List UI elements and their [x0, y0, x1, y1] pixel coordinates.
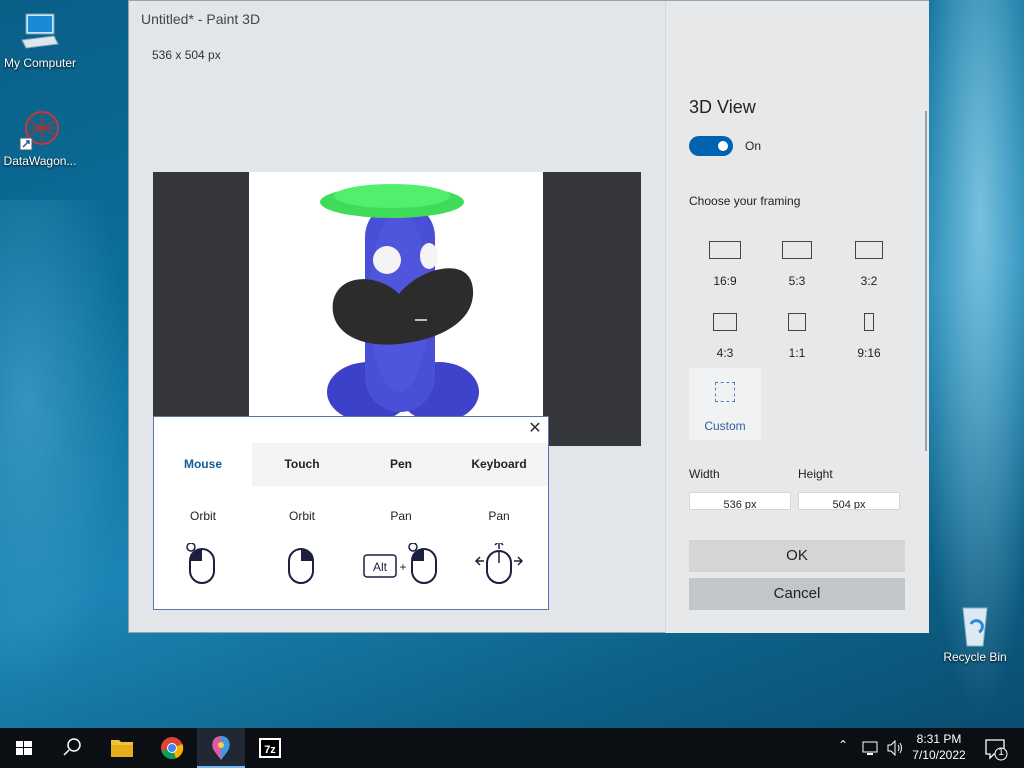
canvas-area[interactable] [153, 172, 641, 446]
action-label: Pan [390, 509, 412, 523]
start-icon [16, 741, 32, 755]
3d-view-panel: 3D View On Choose your framing 16:9 5:3 … [665, 1, 929, 633]
taskbar: 7z ⌃ 8:31 PM 7/10/2022 1 [0, 728, 1024, 768]
aspect-9-16-icon [864, 313, 874, 331]
framing-option-label: Custom [704, 419, 746, 433]
tab-pen[interactable]: Pen [352, 443, 450, 486]
3d-view-toggle[interactable] [689, 136, 733, 156]
tab-keyboard[interactable]: Keyboard [450, 443, 548, 486]
ok-button[interactable]: OK [689, 540, 905, 572]
custom-frame-icon [715, 382, 735, 402]
7zip-icon: 7z [259, 738, 281, 758]
file-explorer-icon [111, 740, 133, 757]
search-icon [63, 738, 81, 756]
aspect-5-3-icon [782, 241, 812, 259]
width-label: Width [689, 467, 720, 481]
aspect-16-9-icon [709, 241, 741, 259]
3d-character-model[interactable] [249, 172, 543, 446]
canvas-3d-view[interactable] [249, 172, 543, 446]
paint-3d-window: Untitled* - Paint 3D — ☐ ✕ 536 x 504 px … [128, 0, 929, 633]
height-input[interactable]: 504 px [798, 492, 900, 510]
mouse-left-click-icon [154, 542, 252, 587]
clock[interactable]: 8:31 PM 7/10/2022 [906, 732, 972, 766]
svg-text:7z: 7z [264, 744, 276, 756]
search-button[interactable] [48, 728, 96, 768]
framing-option-9-16[interactable]: 9:16 [833, 301, 905, 373]
molecule-shortcut-icon [18, 108, 62, 152]
framing-heading: Choose your framing [689, 194, 801, 208]
framing-option-3-2[interactable]: 3:2 [833, 229, 905, 301]
desktop-icon-recycle-bin[interactable]: Recycle Bin [935, 604, 1015, 664]
aspect-4-3-icon [713, 313, 737, 331]
framing-option-label: 16:9 [713, 274, 737, 288]
taskbar-file-explorer[interactable] [98, 728, 146, 768]
chrome-icon [161, 737, 184, 760]
action-label: Pan [488, 509, 510, 523]
volume-icon[interactable] [886, 739, 904, 757]
action-center-button[interactable]: 1 [978, 728, 1018, 768]
action-label: Orbit [288, 509, 315, 523]
computer-icon [18, 10, 62, 54]
recycle-bin-icon [953, 604, 997, 648]
network-icon[interactable] [862, 740, 880, 756]
panel-title: 3D View [689, 97, 756, 117]
desktop-wallpaper-highlight-left [0, 200, 130, 700]
window-title: Untitled* - Paint 3D [141, 11, 261, 27]
taskbar-7zip[interactable]: 7z [246, 728, 294, 768]
framing-option-label: 4:3 [716, 346, 734, 360]
alt-plus-mouse-click-icon: Alt + [352, 542, 450, 587]
framing-option-16-9[interactable]: 16:9 [689, 229, 761, 301]
clock-date: 7/10/2022 [912, 748, 966, 762]
framing-option-label: 5:3 [788, 274, 806, 288]
framing-option-1-1[interactable]: 1:1 [761, 301, 833, 373]
desktop-icon-datawagon[interactable]: DataWagon... [0, 108, 80, 168]
framing-option-4-3[interactable]: 4:3 [689, 301, 761, 373]
taskbar-chrome[interactable] [148, 728, 196, 768]
framing-option-label: 3:2 [860, 274, 878, 288]
mouse-right-click-icon [253, 543, 351, 587]
aspect-3-2-icon [855, 241, 883, 259]
toggle-knob [718, 141, 728, 151]
notification-count: 1 [998, 747, 1004, 758]
cancel-button[interactable]: Cancel [689, 578, 905, 610]
alt-key-label: Alt [373, 560, 388, 574]
framing-option-5-3[interactable]: 5:3 [761, 229, 833, 301]
framing-option-label: 1:1 [788, 346, 806, 360]
action-label: Orbit [189, 509, 216, 523]
taskbar-paint-3d[interactable] [197, 728, 245, 768]
popup-close-button[interactable]: ✕ [522, 417, 548, 441]
height-label: Height [798, 467, 833, 481]
framing-option-label: 9:16 [857, 346, 881, 360]
desktop-icon-label: Recycle Bin [943, 650, 1007, 664]
desktop-icon-label: DataWagon... [3, 154, 77, 168]
clock-time: 8:31 PM [916, 732, 962, 746]
navigation-help-popup: ✕ Mouse Touch Pen Keyboard Orbit Orbit P… [153, 416, 549, 610]
aspect-1-1-icon [788, 313, 806, 331]
desktop-icon-label: My Computer [3, 56, 77, 70]
canvas-size-label: 536 x 504 px [152, 48, 221, 62]
toggle-state-label: On [745, 139, 762, 153]
paint-3d-icon [212, 736, 230, 760]
width-input[interactable]: 536 px [689, 492, 791, 510]
input-method-tabs: Mouse Touch Pen Keyboard [154, 443, 548, 486]
desktop-icon-my-computer[interactable]: My Computer [0, 10, 80, 70]
tab-touch[interactable]: Touch [253, 443, 351, 486]
show-hidden-icons-chevron-icon[interactable]: ⌃ [838, 738, 854, 758]
plus-label: + [399, 560, 406, 574]
tab-mouse[interactable]: Mouse [154, 443, 252, 486]
start-button[interactable] [0, 728, 48, 768]
mouse-drag-arrows-icon [450, 539, 548, 587]
framing-option-custom[interactable]: Custom [689, 368, 761, 440]
panel-scrollbar[interactable] [925, 111, 927, 451]
